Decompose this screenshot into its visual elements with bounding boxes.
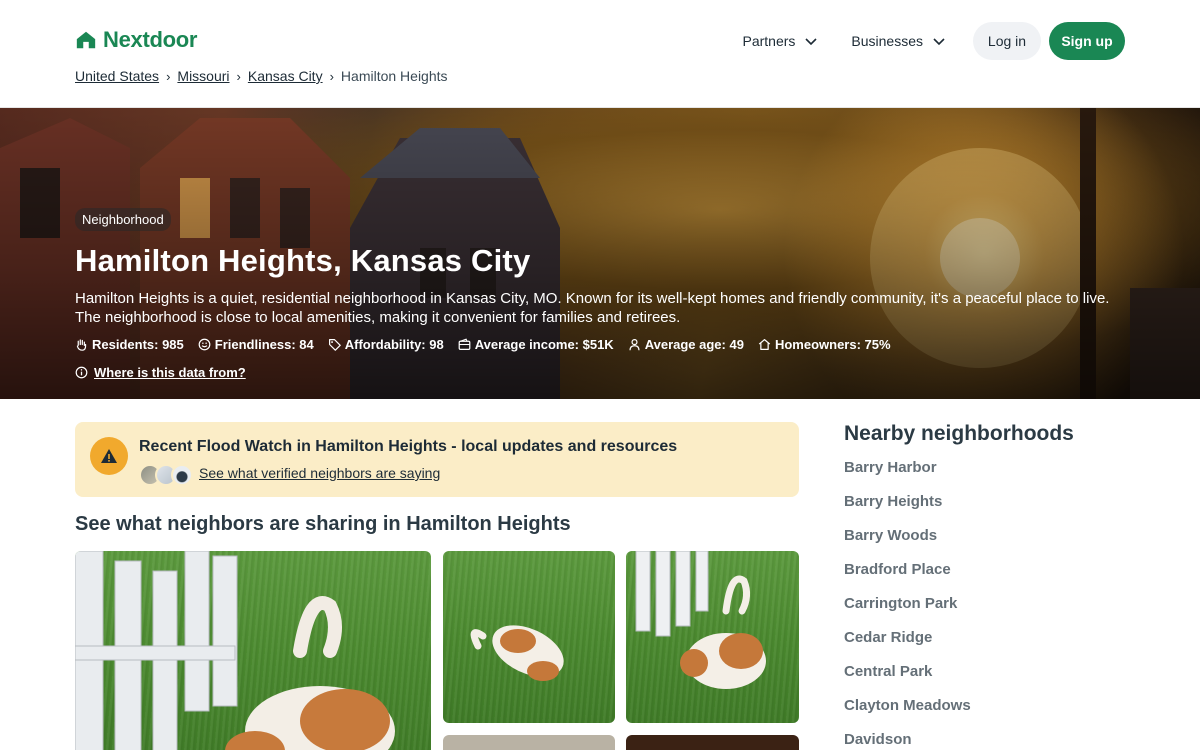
neighborhood-badge: Neighborhood: [75, 208, 171, 231]
post-photo[interactable]: [626, 735, 799, 750]
partners-label: Partners: [742, 33, 796, 49]
sidebar-title: Nearby neighborhoods: [844, 422, 1074, 445]
neighborhood-description: Hamilton Heights is a quiet, residential…: [75, 290, 1110, 326]
nearby-neighborhoods: Nearby neighborhoods Barry Harbor Barry …: [844, 422, 1144, 750]
smile-icon: [198, 338, 211, 351]
hero-content: Neighborhood Hamilton Heights, Kansas Ci…: [75, 208, 1135, 380]
stat-residents: Residents: 985: [75, 337, 184, 352]
post-photo[interactable]: [75, 551, 431, 750]
partners-menu[interactable]: Partners: [730, 22, 831, 60]
stat-age-text: Average age: 49: [644, 337, 744, 352]
verified-neighbors-link[interactable]: See what verified neighbors are saying: [199, 465, 440, 481]
neighborhood-link[interactable]: Clayton Meadows: [844, 697, 1144, 731]
price-tag-icon: [328, 339, 341, 351]
stat-income-text: Average income: $51K: [474, 337, 614, 352]
dog-photo: [75, 551, 395, 750]
neighborhood-link[interactable]: Davidson: [844, 731, 1144, 750]
alert-title: Recent Flood Watch in Hamilton Heights -…: [139, 438, 678, 455]
wallet-icon: [458, 338, 471, 350]
neighborhood-link[interactable]: Barry Woods: [844, 527, 1144, 561]
nextdoor-logo[interactable]: Nextdoor: [75, 27, 197, 53]
neighborhood-link[interactable]: Cedar Ridge: [844, 629, 1144, 663]
chevron-right-icon: ›: [166, 68, 171, 84]
breadcrumb-current: Hamilton Heights: [340, 68, 448, 84]
brand-name: Nextdoor: [103, 27, 198, 52]
breadcrumb-united-states[interactable]: United States: [75, 68, 159, 84]
section-title: See what neighbors are sharing in Hamilt…: [75, 513, 571, 535]
avatar: [171, 464, 193, 486]
signup-button[interactable]: Sign up: [1049, 22, 1125, 60]
hand-wave-icon: [76, 339, 87, 351]
data-source-link[interactable]: Where is this data from?: [75, 365, 1135, 380]
breadcrumb-missouri[interactable]: Missouri: [177, 68, 229, 84]
chevron-right-icon: ›: [236, 68, 241, 84]
chevron-right-icon: ›: [329, 68, 334, 84]
neighborhood-stats: Residents: 985 Friendliness: 84 Affordab…: [75, 337, 1135, 352]
neighborhood-link[interactable]: Bradford Place: [844, 561, 1144, 595]
stat-friendliness: Friendliness: 84: [198, 337, 314, 352]
page-title: Hamilton Heights, Kansas City: [75, 243, 531, 278]
stat-residents-text: Residents: 985: [92, 337, 184, 352]
dog-photo: [470, 625, 564, 681]
post-photo[interactable]: [443, 735, 615, 750]
stat-affordability-text: Affordability: 98: [344, 337, 444, 352]
neighborhood-link[interactable]: Barry Heights: [844, 493, 1144, 527]
chevron-down-icon: [933, 38, 945, 46]
person-icon: [629, 339, 640, 351]
breadcrumb-kansas-city[interactable]: Kansas City: [248, 68, 323, 84]
data-source-text: Where is this data from?: [94, 365, 246, 380]
info-icon: [75, 366, 88, 379]
neighborhood-list: Barry Harbor Barry Heights Barry Woods B…: [844, 459, 1144, 750]
top-nav: Partners Businesses Log in Sign up: [730, 22, 1125, 60]
neighbor-avatars: [139, 464, 193, 486]
login-button[interactable]: Log in: [973, 22, 1041, 60]
home-icon: [758, 339, 771, 350]
post-photo[interactable]: [626, 551, 799, 723]
stat-homeowners: Homeowners: 75%: [758, 337, 891, 352]
post-photo[interactable]: [443, 551, 615, 723]
house-logo-icon: [76, 31, 96, 49]
site-header: Nextdoor Partners Businesses Log in Sign…: [0, 0, 1200, 108]
neighborhood-link[interactable]: Central Park: [844, 663, 1144, 697]
neighborhood-link[interactable]: Barry Harbor: [844, 459, 1144, 493]
stat-income: Average income: $51K: [458, 337, 614, 352]
businesses-menu[interactable]: Businesses: [839, 22, 959, 60]
hero-banner: Neighborhood Hamilton Heights, Kansas Ci…: [0, 108, 1200, 399]
businesses-label: Businesses: [851, 33, 923, 49]
breadcrumb: United States › Missouri › Kansas City ›…: [75, 68, 448, 84]
stat-friendliness-text: Friendliness: 84: [214, 337, 314, 352]
stat-affordability: Affordability: 98: [328, 337, 444, 352]
neighborhood-link[interactable]: Carrington Park: [844, 595, 1144, 629]
stat-age: Average age: 49: [628, 337, 744, 352]
flood-watch-alert[interactable]: Recent Flood Watch in Hamilton Heights -…: [75, 422, 799, 497]
stat-homeowners-text: Homeowners: 75%: [774, 337, 891, 352]
warning-icon: [90, 437, 128, 475]
dog-photo: [635, 551, 766, 689]
chevron-down-icon: [805, 38, 817, 46]
